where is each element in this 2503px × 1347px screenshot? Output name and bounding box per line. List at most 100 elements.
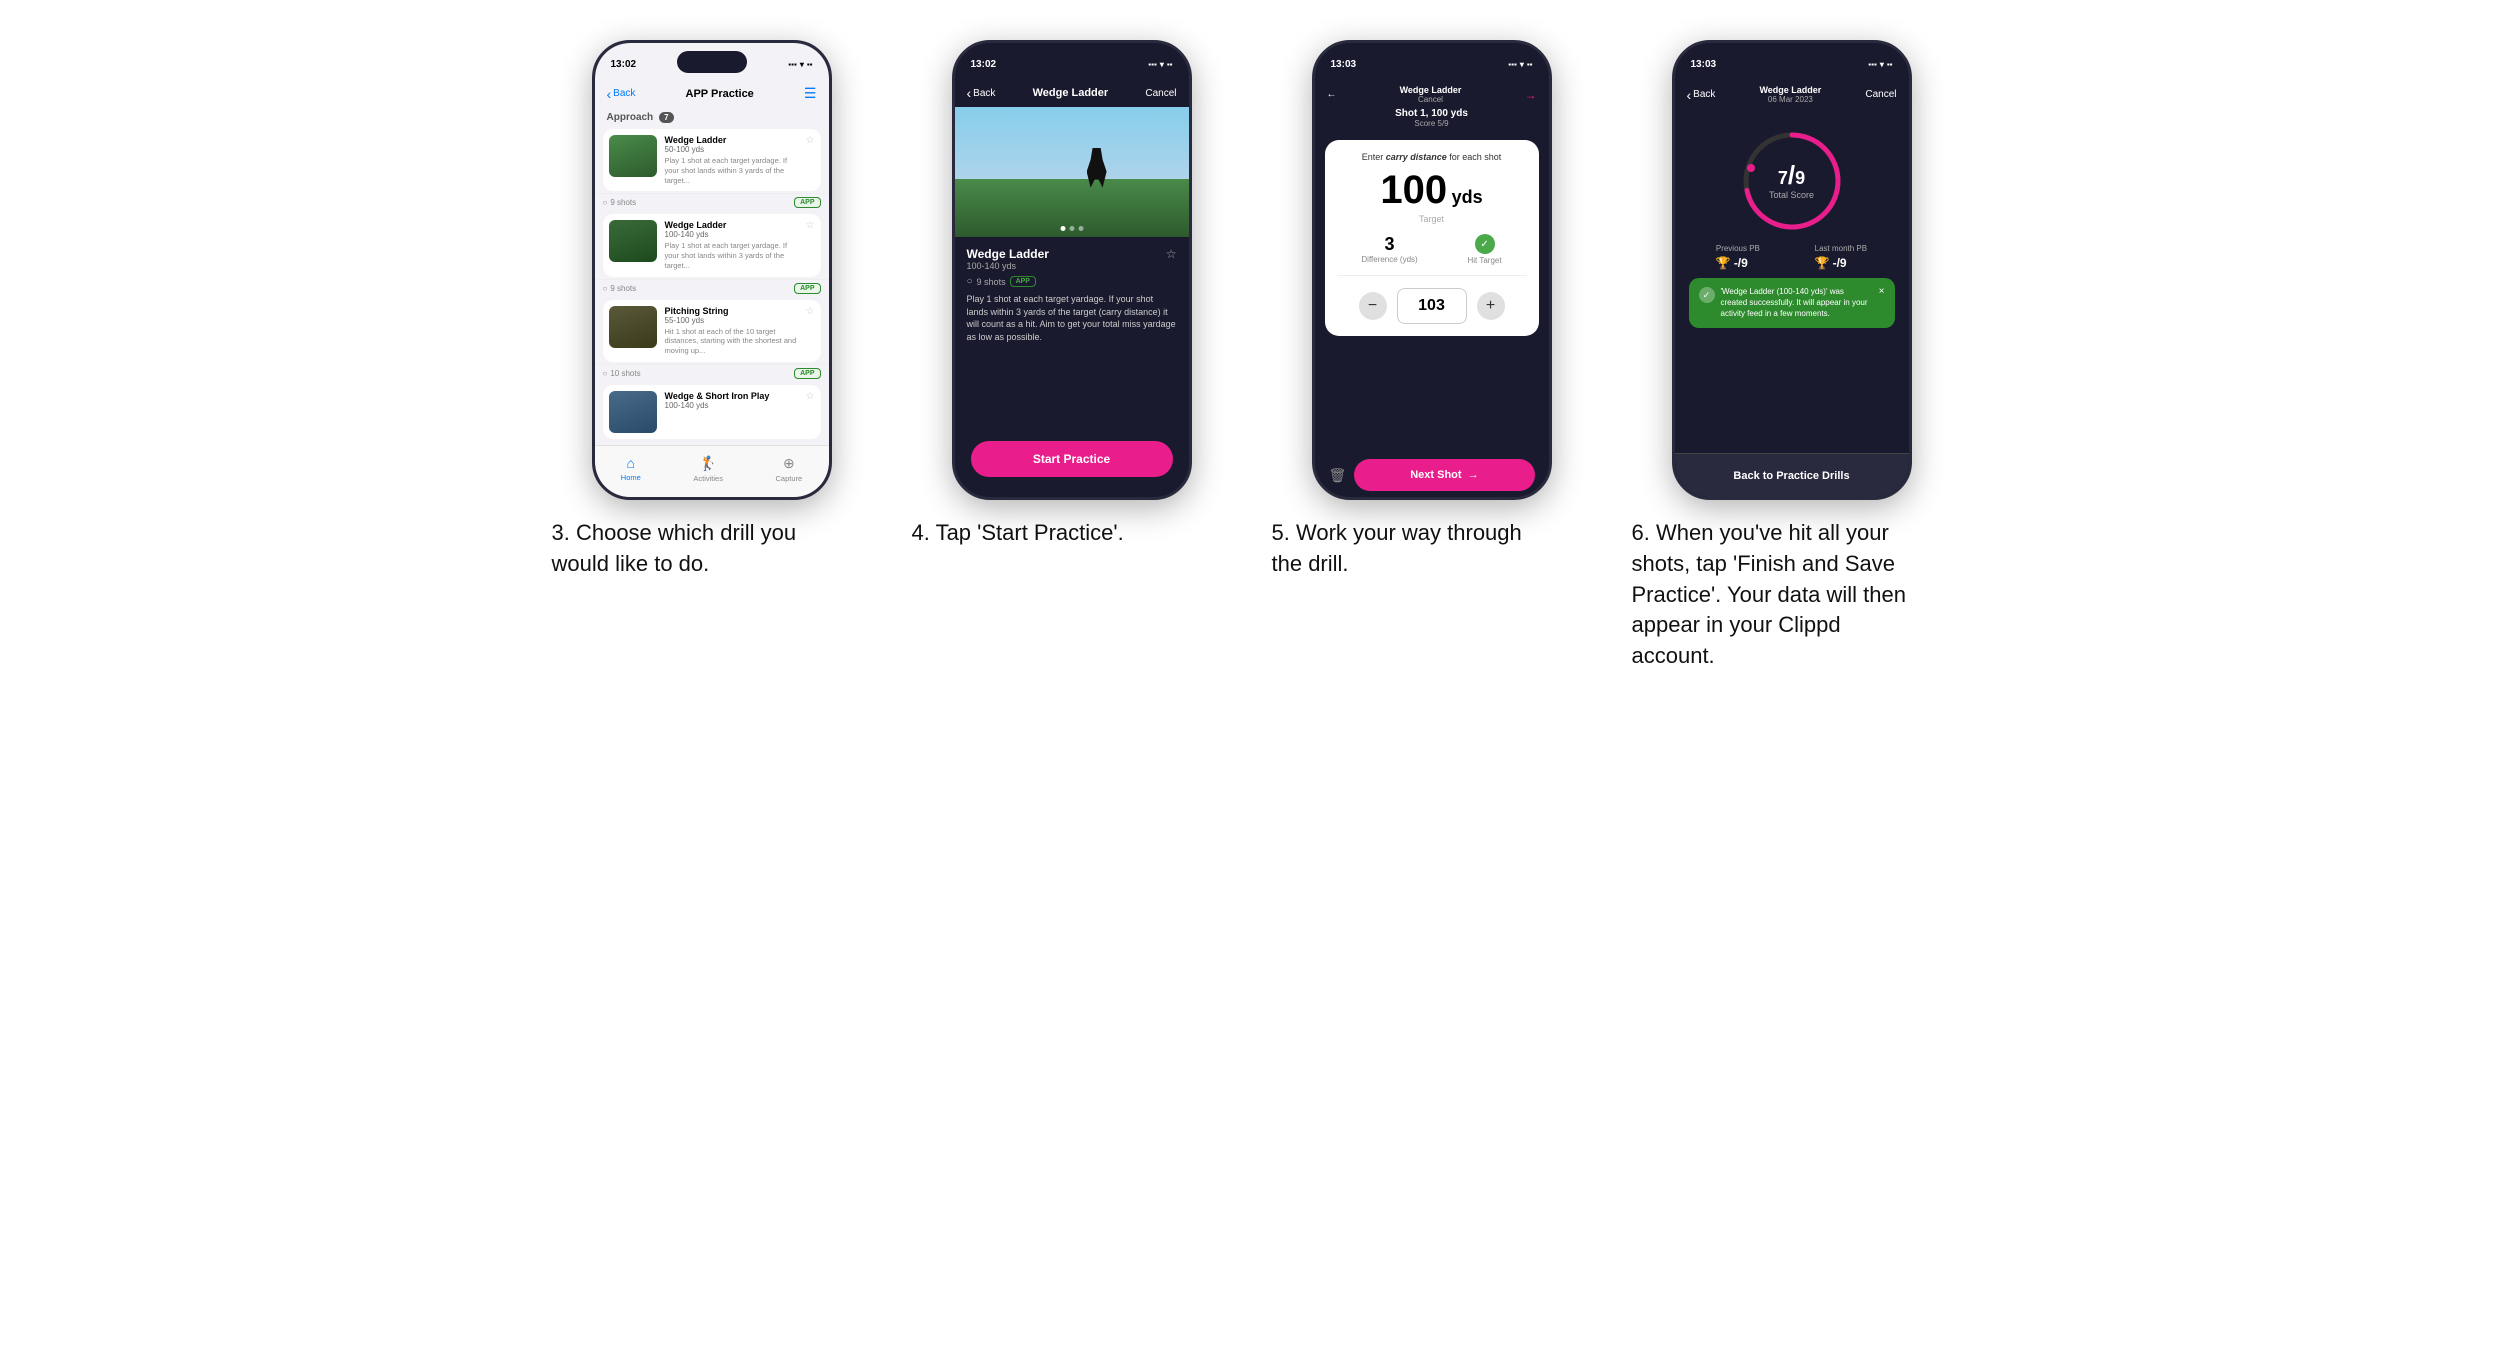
drill-item-2[interactable]: Wedge Ladder 100-140 yds Play 1 shot at … — [603, 214, 821, 276]
increment-button[interactable]: + — [1477, 292, 1505, 320]
back-button-6[interactable]: Back — [1687, 87, 1716, 103]
battery-icon-5: ▪▪ — [1527, 60, 1533, 69]
drill-desc-4: Play 1 shot at each target yardage. If y… — [967, 293, 1177, 343]
phone-3-screen: 13:02 ▪▪▪ ▾ ▪▪ Back APP Practice ☰ — [595, 43, 829, 497]
drill-card-header-4: Wedge Ladder 100-140 yds ☆ — [967, 247, 1177, 271]
step-5-caption: 5. Work your way through the drill. — [1272, 518, 1552, 580]
time-3: 13:02 — [611, 59, 637, 70]
drill-thumb-golf-2 — [609, 220, 657, 262]
sky-bg — [955, 107, 1189, 185]
nav-bar-5-top: ← Wedge Ladder Cancel → — [1315, 81, 1549, 106]
drill-item-3[interactable]: Pitching String 55-100 yds Hit 1 shot at… — [603, 300, 821, 362]
bookmark-icon-4[interactable]: ☆ — [806, 391, 815, 402]
drill-item-4[interactable]: Wedge & Short Iron Play 100-140 yds ☆ — [603, 385, 821, 439]
battery-icon-6: ▪▪ — [1887, 60, 1893, 69]
trophy-icon-1: 🏆 — [1716, 256, 1731, 270]
difference-stat: 3 Difference (yds) — [1361, 234, 1417, 265]
score-text-overlay: 7/9 Total Score — [1769, 162, 1814, 200]
dynamic-island-4 — [1037, 51, 1107, 73]
shot-score-area: Shot 1, 100 yds Score 5/9 — [1315, 106, 1549, 134]
nav-date-6: 06 Mar 2023 — [1759, 95, 1821, 104]
drill-name-3: Pitching String — [665, 306, 798, 316]
last-pb-item: Last month PB 🏆 -/9 — [1815, 244, 1867, 270]
last-pb-label: Last month PB — [1815, 244, 1867, 253]
forward-arrow-5[interactable]: → — [1524, 88, 1536, 102]
drill-thumb-golf-3 — [609, 306, 657, 348]
tab-capture[interactable]: ⊕ Capture — [776, 455, 803, 483]
back-button-4[interactable]: Back — [967, 85, 996, 101]
app-badge-2: APP — [794, 283, 820, 294]
status-icons-4: ▪▪▪ ▾ ▪▪ — [1148, 60, 1172, 69]
bookmark-icon-4b[interactable]: ☆ — [1166, 247, 1177, 261]
battery-icon: ▪▪ — [807, 60, 813, 69]
bookmark-icon-2[interactable]: ☆ — [806, 220, 815, 231]
time-5: 13:03 — [1331, 59, 1357, 70]
nav-title-3: APP Practice — [686, 88, 754, 100]
drill-thumb-golf-4 — [609, 391, 657, 433]
menu-icon[interactable]: ☰ — [804, 85, 817, 102]
prev-pb-value: 🏆 -/9 — [1716, 256, 1760, 270]
score-fraction: 7/9 — [1769, 162, 1814, 188]
page-container: 13:02 ▪▪▪ ▾ ▪▪ Back APP Practice ☰ — [552, 40, 1952, 672]
signal-icon-6: ▪▪▪ — [1868, 60, 1877, 69]
phone-3: 13:02 ▪▪▪ ▾ ▪▪ Back APP Practice ☰ — [592, 40, 832, 500]
phone-5: 13:03 ▪▪▪ ▾ ▪▪ ← Wedge Ladder Cancel → — [1312, 40, 1552, 500]
clock-icon-2: ○ — [603, 284, 608, 293]
arrow-right-icon: → — [1468, 469, 1479, 481]
toast-close-icon[interactable]: × — [1879, 286, 1885, 297]
step-5-column: 13:03 ▪▪▪ ▾ ▪▪ ← Wedge Ladder Cancel → — [1272, 40, 1592, 672]
drill-range-2: 100-140 yds — [665, 230, 798, 239]
target-unit: yds — [1452, 187, 1483, 207]
time-4: 13:02 — [971, 59, 997, 70]
cancel-button-4[interactable]: Cancel — [1145, 88, 1176, 99]
trophy-icon-2: 🏆 — [1815, 256, 1830, 270]
difference-value: 3 — [1361, 234, 1417, 255]
shot-label-5: Shot 1, 100 yds — [1315, 108, 1549, 119]
back-button-3[interactable]: Back — [607, 86, 636, 102]
drill-info-2: Wedge Ladder 100-140 yds Play 1 shot at … — [665, 220, 798, 270]
app-badge-3: APP — [794, 368, 820, 379]
shot-entry-area: Enter carry distance for each shot 100 y… — [1325, 140, 1539, 336]
next-shot-button[interactable]: Next Shot → — [1354, 459, 1534, 491]
score-circle-container: 7/9 Total Score — [1689, 126, 1895, 236]
drill-footer-2: ○ 9 shots APP — [595, 279, 829, 298]
dot-1 — [1060, 226, 1065, 231]
back-drills-label: Back to Practice Drills — [1733, 470, 1849, 482]
chevron-left-icon — [607, 86, 612, 102]
top-cancel-5[interactable]: Cancel — [1400, 95, 1462, 104]
drill-item-1[interactable]: Wedge Ladder 50-100 yds Play 1 shot at e… — [603, 129, 821, 191]
success-toast: ✓ 'Wedge Ladder (100-140 yds)' was creat… — [1689, 278, 1895, 328]
start-practice-button[interactable]: Start Practice — [971, 441, 1173, 477]
drill-thumb-golf-1 — [609, 135, 657, 177]
stats-row: 3 Difference (yds) ✓ Hit Target — [1337, 234, 1527, 276]
drill-card-shots-4: ○ 9 shots APP — [967, 276, 1177, 287]
shots-count-2: ○ 9 shots — [603, 284, 637, 293]
dot-3 — [1078, 226, 1083, 231]
tab-home[interactable]: ⌂ Home — [621, 455, 641, 482]
drill-desc-2: Play 1 shot at each target yardage. If y… — [665, 241, 798, 270]
step-6-column: 13:03 ▪▪▪ ▾ ▪▪ Back Wedge Ladder 06 Mar … — [1632, 40, 1952, 672]
decrement-button[interactable]: − — [1359, 292, 1387, 320]
step-4-caption: 4. Tap 'Start Practice'. — [912, 518, 1124, 549]
wifi-icon-6: ▾ — [1880, 60, 1884, 69]
cancel-button-6[interactable]: Cancel — [1865, 89, 1896, 100]
bookmark-icon-3[interactable]: ☆ — [806, 306, 815, 317]
back-button-5[interactable]: ← — [1327, 89, 1337, 100]
bookmark-icon-1[interactable]: ☆ — [806, 135, 815, 146]
tab-activities[interactable]: 🏌 Activities — [693, 455, 723, 483]
hit-target-icon: ✓ — [1475, 234, 1495, 254]
prev-pb-label: Previous PB — [1716, 244, 1760, 253]
target-label: Target — [1337, 214, 1527, 224]
delete-icon[interactable]: 🗑 — [1329, 467, 1347, 484]
back-to-drills-button[interactable]: Back to Practice Drills — [1675, 453, 1909, 497]
drill-info-3: Pitching String 55-100 yds Hit 1 shot at… — [665, 306, 798, 356]
wifi-icon: ▾ — [800, 60, 804, 69]
status-icons-5: ▪▪▪ ▾ ▪▪ — [1508, 60, 1532, 69]
home-icon: ⌂ — [627, 455, 635, 471]
shot-nav-center: Wedge Ladder Cancel — [1400, 85, 1462, 104]
distance-input[interactable]: 103 — [1397, 288, 1467, 324]
drill-desc-1: Play 1 shot at each target yardage. If y… — [665, 156, 798, 185]
next-shot-label: Next Shot — [1410, 469, 1461, 481]
nav-bar-4: Back Wedge Ladder Cancel — [955, 81, 1189, 107]
section-label-approach: Approach 7 — [595, 108, 829, 127]
